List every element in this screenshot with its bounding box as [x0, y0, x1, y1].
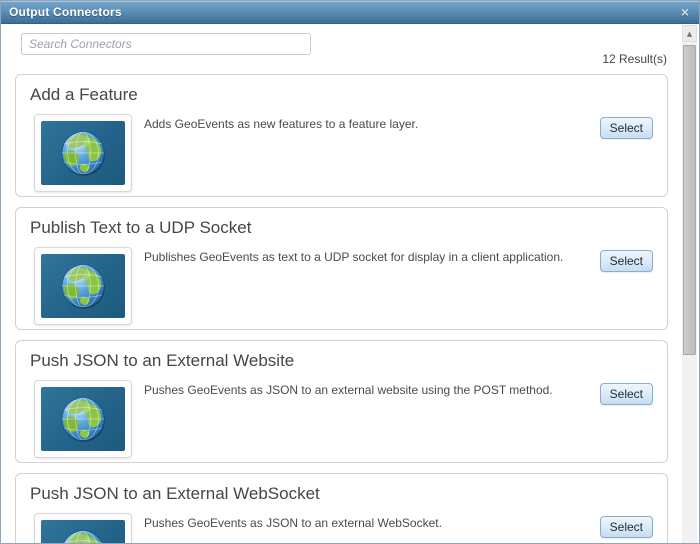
connector-description: Pushes GeoEvents as JSON to an external …: [144, 383, 553, 397]
select-button[interactable]: Select: [599, 516, 653, 538]
connector-description: Pushes GeoEvents as JSON to an external …: [144, 516, 442, 530]
output-connectors-dialog: Output Connectors × 12 Result(s) Add a F…: [0, 0, 700, 544]
globe-icon: [61, 131, 105, 176]
dialog-titlebar[interactable]: Output Connectors ×: [1, 1, 699, 24]
scroll-up-icon[interactable]: ▲: [682, 25, 697, 42]
connector-thumbnail: [34, 114, 132, 192]
select-button[interactable]: Select: [599, 117, 653, 139]
select-button[interactable]: Select: [599, 250, 653, 272]
scrollbar-thumb[interactable]: [683, 45, 696, 355]
globe-icon: [61, 397, 105, 442]
dialog-title: Output Connectors: [9, 5, 122, 19]
connector-title: Push JSON to an External Website: [30, 351, 295, 370]
connector-thumbnail: [34, 247, 132, 325]
globe-icon: [61, 264, 105, 309]
select-button[interactable]: Select: [599, 383, 653, 405]
close-icon[interactable]: ×: [679, 5, 691, 19]
connector-card: Push JSON to an External Website Pushes …: [15, 340, 668, 463]
search-input[interactable]: [21, 33, 311, 55]
connector-description: Publishes GeoEvents as text to a UDP soc…: [144, 250, 564, 264]
connector-description: Adds GeoEvents as new features to a feat…: [144, 117, 419, 131]
connector-title: Push JSON to an External WebSocket: [30, 484, 320, 503]
scrollbar[interactable]: ▲: [682, 25, 697, 543]
connector-list: Add a Feature Adds GeoEvents as new feat…: [15, 74, 668, 543]
results-count: 12 Result(s): [602, 52, 667, 66]
dialog-content: 12 Result(s) Add a Feature: [1, 24, 699, 543]
connector-thumbnail: [34, 513, 132, 543]
connector-card: Add a Feature Adds GeoEvents as new feat…: [15, 74, 668, 197]
connector-title: Add a Feature: [30, 85, 138, 104]
connector-title: Publish Text to a UDP Socket: [30, 218, 252, 237]
connector-card: Publish Text to a UDP Socket Publishes G…: [15, 207, 668, 330]
globe-icon: [63, 530, 103, 543]
connector-card: Push JSON to an External WebSocket Pushe…: [15, 473, 668, 543]
connector-thumbnail: [34, 380, 132, 458]
